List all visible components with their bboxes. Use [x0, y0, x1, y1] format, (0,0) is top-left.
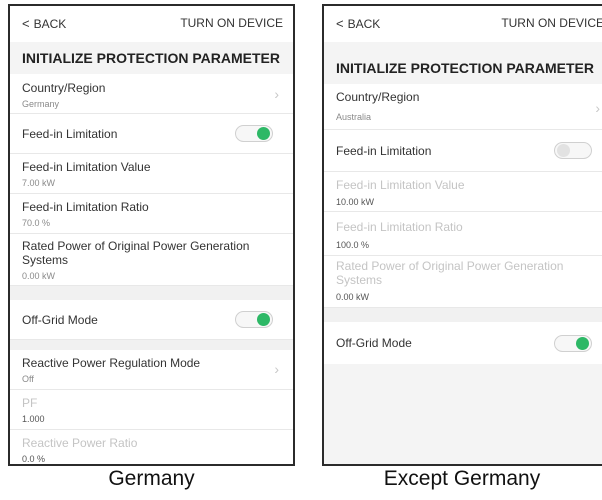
top-bar: < BACK TURN ON DEVICE	[10, 6, 293, 42]
page-title: INITIALIZE PROTECTION PARAMETER	[22, 50, 280, 66]
country-region-value: Australia	[336, 112, 372, 122]
country-region-label: Country/Region	[336, 90, 420, 104]
off-grid-mode-row: Off-Grid Mode	[10, 300, 293, 340]
reactive-power-mode-label: Reactive Power Regulation Mode	[22, 356, 201, 370]
feed-in-limitation-ratio-label: Feed-in Limitation Ratio	[336, 220, 463, 234]
section-divider	[10, 340, 293, 350]
back-button[interactable]: < BACK	[22, 16, 66, 31]
off-grid-mode-toggle[interactable]	[554, 335, 592, 352]
feed-in-limitation-value-label: Feed-in Limitation Value	[336, 178, 465, 192]
rated-power-label: Rated Power of Original Power Generation…	[22, 239, 250, 267]
reactive-power-mode-row[interactable]: Reactive Power Regulation Mode Off ›	[10, 350, 293, 390]
back-label: BACK	[33, 17, 67, 31]
rated-power-label: Rated Power of Original Power Generation…	[336, 259, 564, 287]
reactive-power-mode-value: Off	[22, 374, 34, 384]
chevron-left-icon: <	[22, 16, 30, 31]
turn-on-device-button[interactable]: TURN ON DEVICE	[180, 16, 283, 30]
toggle-knob	[257, 127, 270, 140]
feed-in-limitation-row: Feed-in Limitation	[10, 114, 293, 154]
chevron-left-icon: <	[336, 16, 344, 31]
reactive-power-ratio-row: Reactive Power Ratio 0.0 %	[10, 430, 293, 464]
country-region-row[interactable]: Country/Region Australia ›	[324, 84, 602, 130]
pf-row: PF 1.000	[10, 390, 293, 430]
toggle-knob	[576, 337, 589, 350]
rated-power-value: 0.00 kW	[336, 292, 370, 302]
feed-in-limitation-label: Feed-in Limitation	[336, 144, 432, 158]
country-region-row[interactable]: Country/Region Germany ›	[10, 74, 293, 114]
feed-in-limitation-ratio-row: Feed-in Limitation Ratio 100.0 %	[324, 212, 602, 256]
off-grid-mode-row: Off-Grid Mode	[324, 322, 602, 364]
back-label: BACK	[347, 17, 381, 31]
feed-in-limitation-value-row[interactable]: Feed-in Limitation Value 7.00 kW	[10, 154, 293, 194]
chevron-right-icon: ›	[274, 86, 279, 102]
caption-germany: Germany	[108, 467, 195, 490]
except-germany-screen: < BACK TURN ON DEVICE INITIALIZE PROTECTI…	[322, 4, 602, 466]
feed-in-limitation-value: 10.00 kW	[336, 197, 375, 207]
feed-in-limitation-toggle[interactable]	[554, 142, 592, 159]
country-region-label: Country/Region	[22, 81, 106, 95]
feed-in-limitation-label: Feed-in Limitation	[22, 127, 118, 141]
off-grid-mode-label: Off-Grid Mode	[336, 336, 412, 350]
feed-in-limitation-ratio-value: 70.0 %	[22, 218, 51, 228]
feed-in-limitation-value-row: Feed-in Limitation Value 10.00 kW	[324, 172, 602, 212]
country-region-value: Germany	[22, 99, 60, 109]
rated-power-value: 0.00 kW	[22, 271, 56, 281]
chevron-right-icon: ›	[595, 100, 600, 116]
back-button[interactable]: < BACK	[336, 16, 380, 31]
turn-on-device-button[interactable]: TURN ON DEVICE	[501, 16, 602, 30]
top-bar: < BACK TURN ON DEVICE	[324, 6, 602, 42]
toggle-knob	[557, 144, 570, 157]
page-title: INITIALIZE PROTECTION PARAMETER	[336, 60, 594, 76]
pf-value: 1.000	[22, 414, 45, 424]
feed-in-limitation-value: 7.00 kW	[22, 178, 56, 188]
caption-except-germany: Except Germany	[383, 467, 541, 490]
section-divider	[324, 308, 602, 322]
feed-in-limitation-ratio-row[interactable]: Feed-in Limitation Ratio 70.0 %	[10, 194, 293, 234]
reactive-power-ratio-label: Reactive Power Ratio	[22, 436, 138, 450]
feed-in-limitation-ratio-label: Feed-in Limitation Ratio	[22, 200, 149, 214]
pf-label: PF	[22, 396, 38, 410]
toggle-knob	[257, 313, 270, 326]
rated-power-row: Rated Power of Original Power Generation…	[324, 256, 602, 308]
feed-in-limitation-row: Feed-in Limitation	[324, 130, 602, 172]
feed-in-limitation-value-label: Feed-in Limitation Value	[22, 160, 151, 174]
rated-power-row[interactable]: Rated Power of Original Power Generation…	[10, 234, 293, 286]
feed-in-limitation-ratio-value: 100.0 %	[336, 240, 370, 250]
section-divider	[10, 286, 293, 300]
chevron-right-icon: ›	[274, 361, 279, 377]
off-grid-mode-label: Off-Grid Mode	[22, 313, 98, 327]
reactive-power-ratio-value: 0.0 %	[22, 454, 46, 464]
off-grid-mode-toggle[interactable]	[235, 311, 273, 328]
feed-in-limitation-toggle[interactable]	[235, 125, 273, 142]
germany-screen: < BACK TURN ON DEVICE INITIALIZE PROTECTI…	[8, 4, 295, 466]
